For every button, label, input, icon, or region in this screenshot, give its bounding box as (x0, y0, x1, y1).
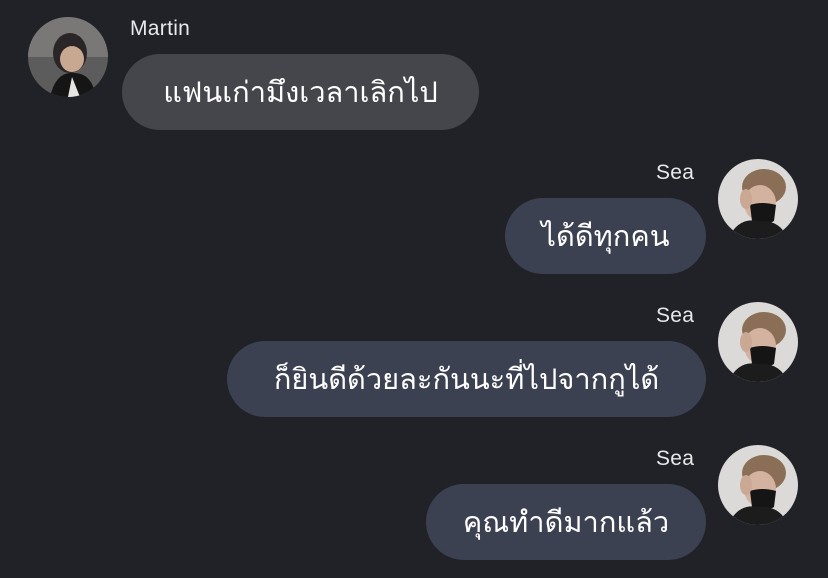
sender-name: Sea (656, 304, 695, 327)
sender-name: Martin (130, 17, 191, 40)
sender-name: Sea (656, 447, 695, 470)
sea-avatar[interactable] (718, 445, 798, 525)
message-bubble[interactable]: ได้ดีทุกคน (505, 198, 706, 274)
sea-avatar[interactable] (718, 159, 798, 239)
message-text: ก็ยินดีด้วยละกันนะที่ไปจากกูได้ (273, 362, 660, 396)
sender-name: Sea (656, 161, 695, 184)
message-bubble[interactable]: ก็ยินดีด้วยละกันนะที่ไปจากกูได้ (227, 341, 706, 417)
martin-avatar[interactable] (28, 17, 108, 97)
message-text: แฟนเก่ามึงเวลาเลิกไป (163, 75, 438, 109)
sea-avatar[interactable] (718, 302, 798, 382)
message-bubble[interactable]: คุณทำดีมากแล้ว (426, 484, 706, 560)
message-bubble[interactable]: แฟนเก่ามึงเวลาเลิกไป (122, 54, 479, 130)
message-text: ได้ดีทุกคน (541, 219, 670, 253)
message-text: คุณทำดีมากแล้ว (462, 505, 670, 539)
